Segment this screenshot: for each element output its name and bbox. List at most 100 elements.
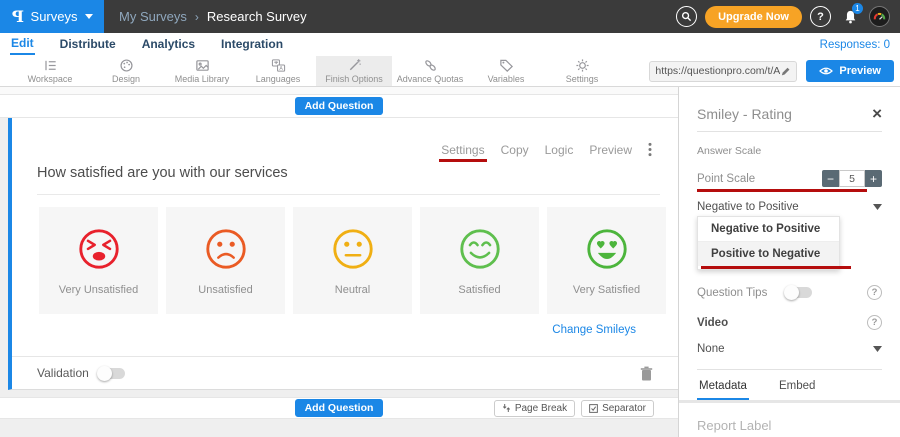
smiley-label: Satisfied <box>458 284 500 296</box>
advance-quotas-icon <box>423 58 438 73</box>
direction-select[interactable]: Negative to Positive <box>697 201 882 213</box>
question-toolbar: Settings Copy Logic Preview <box>441 142 652 157</box>
nav-analytics[interactable]: Analytics <box>141 35 196 54</box>
panel-header: Smiley - Rating × <box>697 106 882 122</box>
questionpro-logo-icon: P <box>12 7 24 26</box>
separator-label: Separator <box>602 403 646 414</box>
survey-url-field[interactable] <box>649 61 797 82</box>
upgrade-now-button[interactable]: Upgrade Now <box>705 6 802 28</box>
increment-button[interactable]: + <box>865 170 882 187</box>
edit-pencil-icon[interactable] <box>780 66 791 77</box>
tool-advance-quotas[interactable]: Advance Quotas <box>392 56 468 86</box>
top-strip <box>0 87 678 95</box>
tool-label: Settings <box>566 74 599 84</box>
annotation-underline-settings <box>439 159 486 162</box>
add-question-button-bottom[interactable]: Add Question <box>295 399 384 417</box>
point-scale-stepper: − 5 + <box>822 170 882 187</box>
decrement-button[interactable]: − <box>822 170 839 187</box>
video-select[interactable]: None <box>697 343 882 355</box>
close-icon[interactable]: × <box>872 107 882 121</box>
eye-icon <box>819 66 833 76</box>
responses-count[interactable]: Responses: 0 <box>820 39 890 51</box>
validation-row: Validation <box>12 356 678 389</box>
chevron-down-icon <box>85 14 93 19</box>
separator-checkbox-icon <box>589 404 598 413</box>
tabs-divider <box>679 400 900 403</box>
page-break-button[interactable]: Page Break <box>494 400 575 417</box>
edit-toolbar: Workspace Design Media Library A Languag… <box>0 56 900 87</box>
smiley-option-very-satisfied[interactable]: Very Satisfied <box>547 207 666 314</box>
smiley-option-unsatisfied[interactable]: Unsatisfied <box>166 207 285 314</box>
tab-metadata[interactable]: Metadata <box>697 377 749 400</box>
help-icon[interactable]: ? <box>810 6 831 27</box>
variables-icon <box>499 58 514 73</box>
tool-variables[interactable]: Variables <box>468 56 544 86</box>
survey-url-input[interactable] <box>655 65 780 77</box>
tool-workspace[interactable]: Workspace <box>12 56 88 86</box>
chevron-down-icon <box>873 346 882 352</box>
tab-embed[interactable]: Embed <box>777 377 817 400</box>
smiley-option-neutral[interactable]: Neutral <box>293 207 412 314</box>
heart-eyes-face-icon <box>584 226 630 272</box>
smiley-label: Very Satisfied <box>573 284 640 296</box>
validation-toggle[interactable] <box>98 368 125 379</box>
product-menu[interactable]: P Surveys <box>0 0 104 33</box>
finish-options-icon <box>347 58 362 73</box>
option-negative-to-positive[interactable]: Negative to Positive <box>698 217 839 241</box>
card-gap <box>0 390 678 397</box>
smiley-option-very-unsatisfied[interactable]: Very Unsatisfied <box>39 207 158 314</box>
question-tab-logic[interactable]: Logic <box>545 143 574 157</box>
tool-languages[interactable]: A Languages <box>240 56 316 86</box>
settings-icon <box>575 58 590 73</box>
question-tips-toggle[interactable] <box>785 287 812 298</box>
question-tips-label: Question Tips <box>697 287 785 299</box>
page-break-label: Page Break <box>515 403 567 414</box>
page-controls: Page Break Separator <box>494 400 654 417</box>
question-tips-help-icon[interactable]: ? <box>867 285 882 300</box>
add-question-bar-top: Add Question <box>0 95 678 118</box>
nav-edit[interactable]: Edit <box>10 34 35 55</box>
panel-divider <box>697 369 882 370</box>
question-title[interactable]: How satisfied are you with our services <box>37 165 288 181</box>
survey-nav: Edit Distribute Analytics Integration Re… <box>0 33 900 56</box>
tool-finish-options[interactable]: Finish Options <box>316 56 392 86</box>
add-question-button-top[interactable]: Add Question <box>295 97 384 115</box>
report-label-input[interactable] <box>697 418 873 437</box>
page-break-icon <box>502 403 511 413</box>
search-icon[interactable] <box>676 6 697 27</box>
separator-button[interactable]: Separator <box>581 400 654 417</box>
delete-question-icon[interactable] <box>640 366 653 381</box>
breadcrumb-my-surveys[interactable]: My Surveys <box>119 9 187 24</box>
validation-label: Validation <box>37 366 89 380</box>
annotation-underline-positive-to-negative <box>701 266 851 269</box>
chevron-down-icon <box>873 204 882 210</box>
question-tab-settings[interactable]: Settings <box>441 143 484 157</box>
direction-select-value: Negative to Positive <box>697 201 799 213</box>
user-avatar[interactable] <box>869 6 890 27</box>
nav-integration[interactable]: Integration <box>220 35 284 54</box>
point-scale-value[interactable]: 5 <box>839 170 865 187</box>
video-help-icon[interactable]: ? <box>867 315 882 330</box>
smiley-label: Unsatisfied <box>198 284 252 296</box>
happy-face-icon <box>457 226 503 272</box>
question-tab-copy[interactable]: Copy <box>501 143 529 157</box>
tool-settings[interactable]: Settings <box>544 56 620 86</box>
option-positive-to-negative[interactable]: Positive to Negative <box>698 241 839 266</box>
tool-media-library[interactable]: Media Library <box>164 56 240 86</box>
notification-count-badge: 1 <box>852 3 863 14</box>
workspace-icon <box>43 58 58 73</box>
more-options-icon[interactable] <box>648 142 652 157</box>
tool-label: Advance Quotas <box>397 74 464 84</box>
change-smileys-link[interactable]: Change Smileys <box>552 324 636 336</box>
topbar-actions: Upgrade Now ? 1 <box>676 6 890 28</box>
question-tab-preview[interactable]: Preview <box>589 143 632 157</box>
tool-design[interactable]: Design <box>88 56 164 86</box>
question-divider <box>37 194 660 195</box>
tool-label: Design <box>112 74 140 84</box>
preview-button[interactable]: Preview <box>806 60 894 82</box>
smiley-option-satisfied[interactable]: Satisfied <box>420 207 539 314</box>
smiley-label: Very Unsatisfied <box>59 284 138 296</box>
nav-distribute[interactable]: Distribute <box>59 35 117 54</box>
tool-label: Workspace <box>28 74 73 84</box>
notifications-bell-icon[interactable]: 1 <box>839 6 861 28</box>
